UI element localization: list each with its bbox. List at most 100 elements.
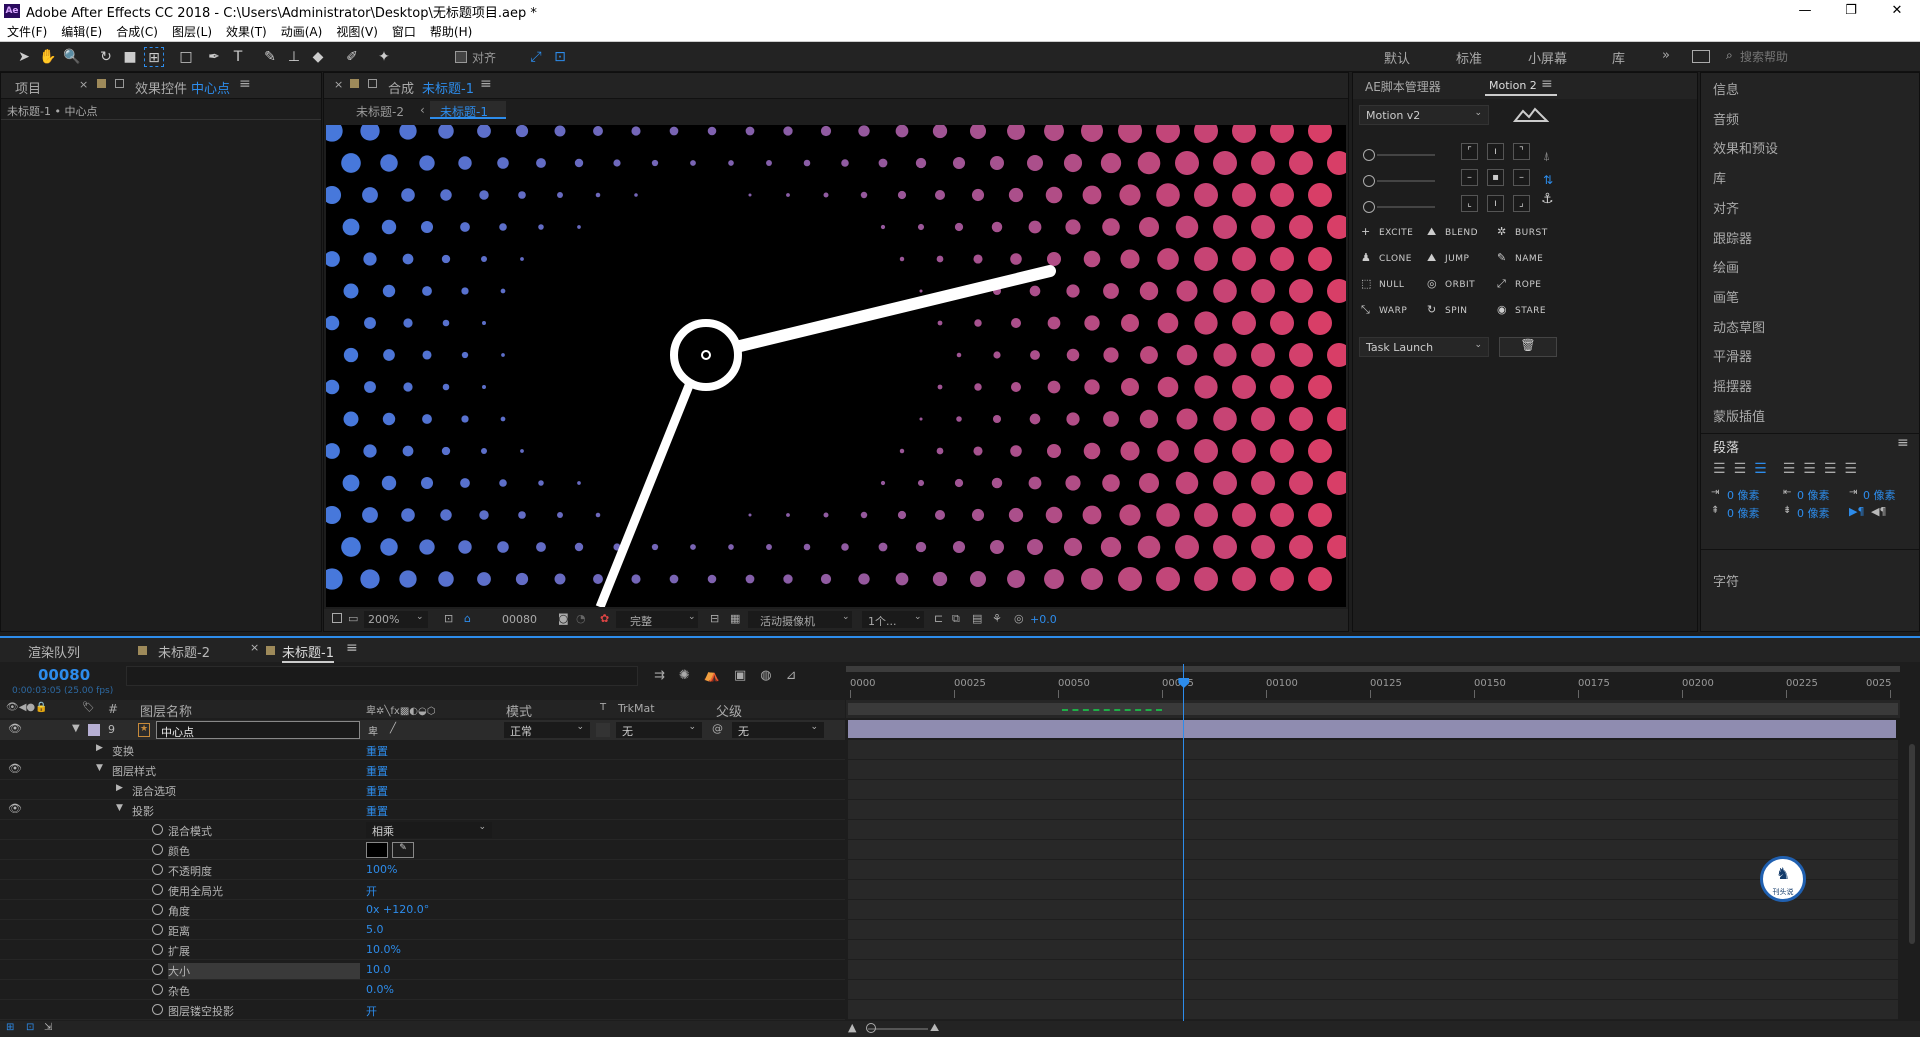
paragraph-menu-icon[interactable]: ≡ bbox=[1897, 435, 1909, 451]
property-row[interactable]: ▶ 变换 重置 bbox=[0, 740, 845, 760]
property-row[interactable]: ▶ 混合选项 重置 bbox=[0, 780, 845, 800]
layer-duration-bar[interactable] bbox=[848, 720, 1896, 738]
selection-tool-icon[interactable]: ➤ bbox=[14, 47, 34, 67]
orbit-button[interactable]: ORBIT bbox=[1445, 280, 1475, 290]
comp-flow-prev[interactable]: 未标题-2 bbox=[356, 103, 404, 120]
justify-center-icon[interactable]: ☰ bbox=[1803, 461, 1816, 477]
property-row[interactable]: 👁 ▼ 投影 重置 bbox=[0, 800, 845, 820]
panel-item-0[interactable]: 信息 bbox=[1713, 79, 1739, 98]
snapshot-icon[interactable]: ◙ bbox=[558, 612, 569, 625]
character-panel-title[interactable]: 字符 bbox=[1713, 571, 1739, 590]
tab-effect-layer-name[interactable]: 中心点 bbox=[191, 78, 230, 97]
in-out-toggle-icon[interactable]: ⇲ bbox=[44, 1022, 52, 1033]
brush-tool-icon[interactable]: ✎ bbox=[260, 47, 280, 67]
safe-zones-icon[interactable]: ⊡ bbox=[444, 612, 453, 625]
property-eye-icon[interactable]: 👁 bbox=[8, 762, 22, 775]
warp-button[interactable]: WARP bbox=[1379, 306, 1407, 316]
graph-editor-icon[interactable]: ⊿ bbox=[786, 668, 797, 683]
burst-button[interactable]: BURST bbox=[1515, 228, 1548, 238]
stopwatch-icon[interactable] bbox=[152, 844, 163, 855]
timeline-menu-icon[interactable]: ≡ bbox=[346, 640, 358, 656]
comp-mini-flowchart-icon[interactable]: ⇉ bbox=[654, 668, 665, 683]
property-value[interactable]: 5.0 bbox=[366, 923, 384, 936]
collapse-arrow-icon[interactable]: ▼ bbox=[116, 803, 123, 813]
property-row[interactable]: 角度 0x +120.0° bbox=[0, 900, 845, 920]
camera-select[interactable]: 活动摄像机 bbox=[760, 613, 815, 629]
menu-view[interactable]: 视图(V) bbox=[329, 23, 385, 40]
property-value[interactable]: 重置 bbox=[366, 783, 388, 799]
clone-stamp-tool-icon[interactable]: ⊥ bbox=[284, 47, 304, 67]
align-left-icon[interactable]: ☰ bbox=[1713, 461, 1726, 477]
property-value[interactable]: 0x +120.0° bbox=[366, 903, 429, 916]
blend-mode-select[interactable]: 相乘 bbox=[372, 823, 394, 839]
puppet-tool-icon[interactable]: ✦ bbox=[374, 47, 394, 67]
panel-item-8[interactable]: 动态草图 bbox=[1713, 317, 1765, 336]
lock-toggle-icon[interactable] bbox=[115, 79, 124, 88]
track-row[interactable] bbox=[848, 760, 1898, 780]
workspace-library[interactable]: 库 bbox=[1612, 48, 1625, 67]
panel-item-6[interactable]: 绘画 bbox=[1713, 257, 1739, 276]
anchor-mr-button[interactable]: – bbox=[1513, 169, 1530, 186]
menu-animation[interactable]: 动画(A) bbox=[274, 23, 330, 40]
motion-version-select[interactable]: Motion v2 bbox=[1366, 109, 1420, 122]
search-help-input[interactable] bbox=[1740, 47, 1910, 67]
draft-3d-icon[interactable]: ✺ bbox=[679, 668, 690, 683]
camera-tool-icon[interactable]: ■ bbox=[120, 47, 140, 67]
track-row[interactable] bbox=[848, 980, 1898, 1000]
stopwatch-icon[interactable] bbox=[152, 944, 163, 955]
comp-tab-close-icon[interactable]: × bbox=[334, 78, 343, 91]
space-before-value[interactable]: 0 像素 bbox=[1727, 505, 1760, 521]
property-row[interactable]: 大小 10.0 bbox=[0, 960, 845, 980]
snap-grid-icon[interactable]: ⊡ bbox=[550, 47, 570, 67]
panel-item-9[interactable]: 平滑器 bbox=[1713, 346, 1752, 365]
track-row[interactable] bbox=[848, 840, 1898, 860]
property-row[interactable]: 杂色 0.0% bbox=[0, 980, 845, 1000]
justify-right-icon[interactable]: ☰ bbox=[1824, 461, 1837, 477]
name-button[interactable]: NAME bbox=[1515, 254, 1543, 264]
comp-panel-menu-icon[interactable]: ≡ bbox=[480, 76, 492, 92]
menu-effect[interactable]: 效果(T) bbox=[219, 23, 274, 40]
track-row[interactable] bbox=[848, 900, 1898, 920]
panel-menu-icon[interactable]: ≡ bbox=[239, 76, 251, 92]
property-row[interactable]: 距离 5.0 bbox=[0, 920, 845, 940]
region-icon[interactable]: ⊟ bbox=[710, 612, 719, 625]
minimize-button[interactable]: — bbox=[1782, 0, 1828, 22]
tab-close-icon[interactable]: × bbox=[79, 78, 88, 91]
shy-switch-icon[interactable]: 卑 bbox=[368, 723, 378, 738]
justify-all-icon[interactable]: ☰ bbox=[1844, 461, 1857, 477]
stopwatch-icon[interactable] bbox=[152, 824, 163, 835]
panel-item-1[interactable]: 音频 bbox=[1713, 109, 1739, 128]
shadow-color-swatch[interactable] bbox=[366, 842, 388, 858]
rectangle-tool-icon[interactable]: □ bbox=[176, 47, 196, 67]
align-center-icon[interactable]: ☰ bbox=[1734, 461, 1747, 477]
comp-viewer[interactable] bbox=[326, 125, 1346, 607]
property-row[interactable]: 颜色 ✎ bbox=[0, 840, 845, 860]
comp-tab-name[interactable]: 未标题-1 bbox=[422, 78, 474, 97]
dropper-icon[interactable]: ⍋ bbox=[1543, 149, 1550, 164]
workspace-more[interactable]: » bbox=[1662, 48, 1670, 63]
current-time-display[interactable]: 00080 bbox=[38, 666, 90, 684]
slider1-track[interactable] bbox=[1377, 154, 1435, 156]
null-button[interactable]: NULL bbox=[1379, 280, 1404, 290]
transfer-controls-toggle-icon[interactable]: ⊡ bbox=[26, 1022, 34, 1033]
menu-composition[interactable]: 合成(C) bbox=[109, 23, 165, 40]
stopwatch-icon[interactable] bbox=[152, 984, 163, 995]
flowchart-icon[interactable]: ⚘ bbox=[992, 612, 1002, 625]
menu-edit[interactable]: 编辑(E) bbox=[54, 23, 109, 40]
tab-render-queue[interactable]: 渲染队列 bbox=[28, 642, 80, 661]
preserve-transparency-toggle[interactable] bbox=[596, 723, 610, 737]
track-row[interactable] bbox=[848, 740, 1898, 760]
property-row[interactable]: 👁 ▼ 图层样式 重置 bbox=[0, 760, 845, 780]
anchor-tc-button[interactable]: ı bbox=[1487, 143, 1504, 160]
align-right-icon[interactable]: ☰ bbox=[1754, 461, 1767, 477]
stopwatch-icon[interactable] bbox=[152, 924, 163, 935]
expand-arrow-icon[interactable]: ▶ bbox=[96, 743, 103, 753]
workspace-default[interactable]: 默认 bbox=[1384, 48, 1410, 67]
stare-button[interactable]: STARE bbox=[1515, 306, 1546, 316]
quality-switch-icon[interactable]: ╱ bbox=[390, 723, 396, 734]
eyedropper-icon[interactable]: ✎ bbox=[392, 842, 414, 858]
indent-right-value[interactable]: 0 像素 bbox=[1797, 487, 1830, 503]
panel-item-3[interactable]: 库 bbox=[1713, 168, 1726, 187]
shy-layers-icon[interactable]: ⛺ bbox=[704, 668, 720, 683]
workspace-panel-icon[interactable] bbox=[1692, 50, 1710, 63]
